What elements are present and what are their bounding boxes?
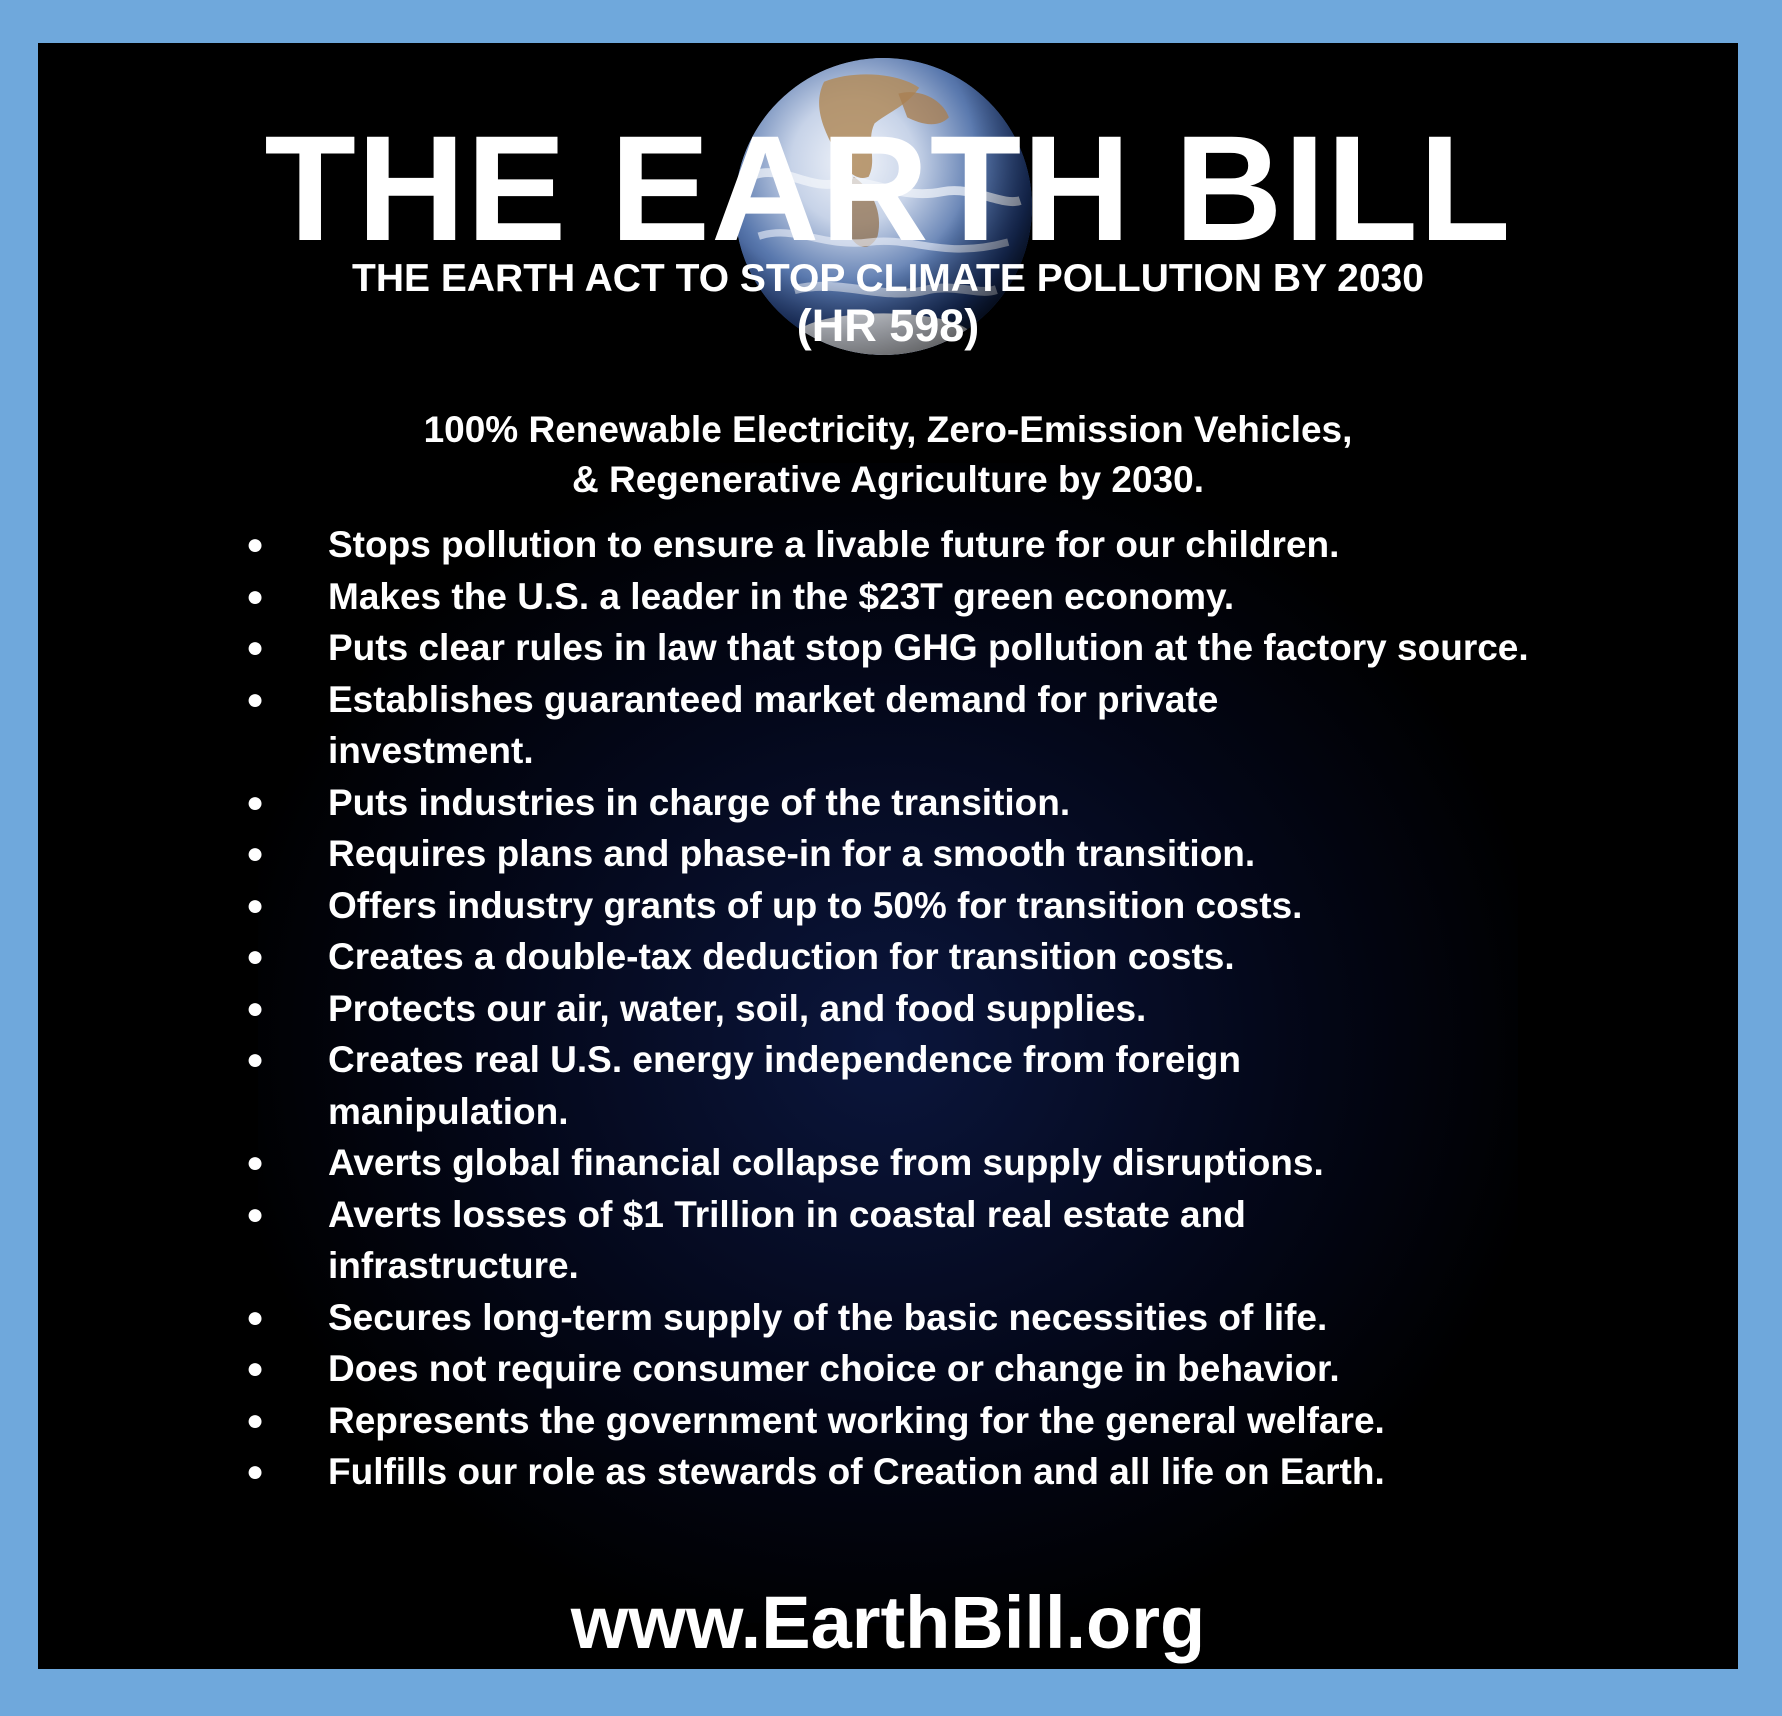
bullet-icon: ●: [246, 888, 265, 922]
website-link[interactable]: www.EarthBill.org: [38, 1583, 1738, 1663]
poster-subtitle: THE EARTH ACT TO STOP CLIMATE POLLUTION …: [352, 257, 1424, 300]
bullet-icon: ●: [246, 528, 265, 561]
bullet-icon: ●: [246, 1197, 265, 1231]
list-item: ● Establishes guaranteed market demand fo…: [233, 674, 1653, 777]
benefit-text: Does not require consumer choice or chan…: [328, 1348, 1340, 1389]
list-item: ● Puts clear rules in law that stop GHG p…: [233, 622, 1653, 674]
list-item: ● Represents the government working for t…: [233, 1395, 1653, 1447]
poster: THE EARTH BILL THE EARTH ACT TO STOP CLI…: [38, 43, 1738, 1669]
benefit-text: Represents the government working for th…: [328, 1399, 1385, 1441]
benefit-text: Puts clear rules in law that stop GHG po…: [328, 627, 1529, 668]
list-item: ● Offers industry grants of up to 50% for…: [233, 880, 1653, 932]
benefit-text: Averts losses of $1 Trillion in coastal …: [328, 1193, 1246, 1287]
list-item: ● Puts industries in charge of the transi…: [233, 777, 1653, 829]
bullet-icon: ●: [246, 579, 265, 613]
benefit-text: Creates a double-tax deduction for trans…: [328, 936, 1235, 977]
list-item: ● Stops pollution to ensure a livable fut…: [233, 519, 1653, 571]
benefits-list: ● Stops pollution to ensure a livable fut…: [233, 519, 1653, 1498]
bullet-icon: ●: [246, 1300, 265, 1334]
list-item: ● Fulfills our role as stewards of Creati…: [233, 1446, 1653, 1498]
bullet-icon: ●: [246, 837, 265, 870]
tagline: 100% Renewable Electricity, Zero-Emissio…: [38, 405, 1738, 505]
list-item: ● Averts global financial collapse from s…: [233, 1137, 1653, 1189]
bullet-icon: ●: [246, 991, 265, 1025]
benefit-text: Makes the U.S. a leader in the $23T gree…: [328, 575, 1235, 617]
list-item: ● Requires plans and phase-in for a smoot…: [233, 828, 1653, 880]
bullet-icon: ●: [246, 1043, 265, 1076]
poster-title: THE EARTH BILL: [264, 104, 1512, 272]
benefit-text: Creates real U.S. energy independence fr…: [328, 1039, 1241, 1132]
benefit-text: Protects our air, water, soil, and food …: [328, 987, 1147, 1029]
benefit-text: Secures long-term supply of the basic ne…: [328, 1296, 1328, 1338]
list-item: ● Does not require consumer choice or cha…: [233, 1343, 1653, 1395]
benefit-text: Fulfills our role as stewards of Creatio…: [328, 1451, 1385, 1492]
bullet-icon: ●: [246, 940, 265, 973]
list-item: ● Protects our air, water, soil, and food…: [233, 983, 1653, 1035]
bullet-icon: ●: [246, 785, 265, 819]
benefit-text: Requires plans and phase-in for a smooth…: [328, 833, 1256, 874]
list-item: ● Creates a double-tax deduction for tran…: [233, 931, 1653, 983]
benefit-text: Establishes guaranteed market demand for…: [328, 678, 1219, 772]
bullet-icon: ●: [246, 1455, 265, 1488]
benefit-text: Averts global financial collapse from su…: [328, 1142, 1324, 1183]
list-item: ● Secures long-term supply of the basic n…: [233, 1292, 1653, 1344]
bullet-icon: ●: [246, 1146, 265, 1179]
bullet-icon: ●: [246, 631, 265, 664]
bill-number: (HR 598): [796, 300, 980, 351]
bullet-icon: ●: [246, 1352, 265, 1385]
bullet-icon: ●: [246, 1403, 265, 1437]
list-item: ● Creates real U.S. energy independence f…: [233, 1034, 1653, 1137]
benefit-text: Puts industries in charge of the transit…: [328, 781, 1071, 823]
bullet-icon: ●: [246, 682, 265, 716]
tagline-line: & Regenerative Agriculture by 2030.: [572, 459, 1204, 500]
benefit-text: Offers industry grants of up to 50% for …: [328, 884, 1303, 926]
tagline-line: 100% Renewable Electricity, Zero-Emissio…: [423, 409, 1353, 450]
list-item: ● Makes the U.S. a leader in the $23T gre…: [233, 571, 1653, 623]
benefit-text: Stops pollution to ensure a livable futu…: [328, 524, 1340, 565]
list-item: ● Averts losses of $1 Trillion in coastal…: [233, 1189, 1653, 1292]
